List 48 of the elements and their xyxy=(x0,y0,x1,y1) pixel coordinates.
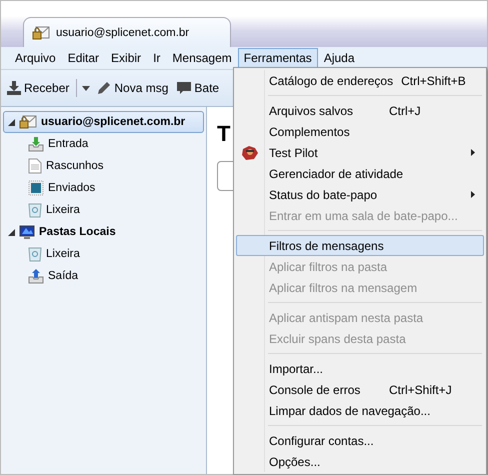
menu-item[interactable]: Test Pilot xyxy=(236,142,484,163)
toolbar-button[interactable]: Bate xyxy=(175,79,222,97)
menu-bar-item[interactable]: Ferramentas xyxy=(238,48,318,68)
dropdown-caret-icon[interactable] xyxy=(82,86,90,90)
stamp-icon xyxy=(28,180,44,196)
menu-item[interactable]: Opções... xyxy=(236,451,484,472)
menu-item[interactable]: Complementos xyxy=(236,121,484,142)
menu-item[interactable]: Filtros de mensagens xyxy=(236,235,484,256)
menu-item[interactable]: Limpar dados de navegação... xyxy=(236,400,484,421)
envelope-lock-icon xyxy=(19,115,37,129)
envelope-lock-icon xyxy=(32,26,50,40)
toolbar-button[interactable]: Nova msg xyxy=(95,79,170,97)
pencil-icon xyxy=(97,81,112,95)
menu-item[interactable]: Status do bate-papo xyxy=(236,184,484,205)
menu-item[interactable]: Gerenciador de atividade xyxy=(236,163,484,184)
expand-triangle-icon[interactable] xyxy=(8,118,15,126)
monitor-icon xyxy=(19,224,35,240)
menu-bar-item[interactable]: Ir xyxy=(147,48,166,68)
trash-icon xyxy=(28,202,42,218)
menu-item[interactable]: Importar... xyxy=(236,358,484,379)
inbox-tray-icon xyxy=(28,136,44,152)
menu-bar-item[interactable]: Ajuda xyxy=(318,48,361,68)
folder-item[interactable]: Entrada xyxy=(3,133,204,155)
folder-item[interactable]: Saída xyxy=(3,265,204,287)
menu-bar-item[interactable]: Arquivo xyxy=(9,48,62,68)
toolbar-button[interactable]: Receber xyxy=(5,79,72,97)
folder-item[interactable]: Lixeira xyxy=(3,199,204,221)
window-tab[interactable]: usuario@splicenet.com.br xyxy=(23,17,231,47)
tab-title: usuario@splicenet.com.br xyxy=(56,26,190,38)
menu-item[interactable]: Configurar contas... xyxy=(236,430,484,451)
menu-bar-item[interactable]: Editar xyxy=(62,48,106,68)
speech-bubble-icon xyxy=(177,81,192,95)
folder-item[interactable]: usuario@splicenet.com.br xyxy=(3,111,204,133)
document-icon xyxy=(28,158,42,174)
menu-bar-item[interactable]: Mensagem xyxy=(166,48,238,68)
menu-item[interactable]: Console de erros Ctrl+Shift+J xyxy=(236,379,484,400)
download-icon xyxy=(7,81,21,95)
menu-bar-item[interactable]: Exibir xyxy=(105,48,148,68)
menu-item[interactable]: Catálogo de endereços Ctrl+Shift+B xyxy=(236,70,484,91)
page-heading: T xyxy=(217,121,230,147)
folder-item[interactable]: Lixeira xyxy=(3,243,204,265)
folder-item[interactable]: Pastas Locais xyxy=(3,221,204,243)
expand-triangle-icon[interactable] xyxy=(8,228,15,236)
trash-icon xyxy=(28,246,42,262)
menu-item[interactable]: Arquivos salvos Ctrl+J xyxy=(236,100,484,121)
folder-item[interactable]: Rascunhos xyxy=(3,155,204,177)
outbox-tray-icon xyxy=(28,268,44,284)
folder-item[interactable]: Enviados xyxy=(3,177,204,199)
